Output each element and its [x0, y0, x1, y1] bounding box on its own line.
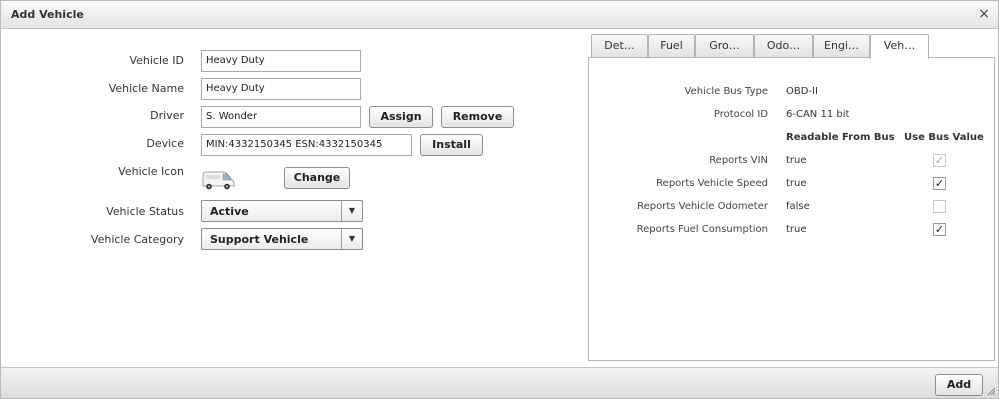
dialog-titlebar[interactable]: Add Vehicle × [1, 1, 998, 29]
vehicle-status-label: Vehicle Status [106, 205, 184, 218]
reports-fuel-checkbox[interactable]: ✓ [933, 223, 946, 236]
change-icon-button[interactable]: Change [284, 167, 350, 189]
vehicle-name-input[interactable]: Heavy Duty [201, 78, 361, 100]
reports-speed-checkbox[interactable]: ✓ [933, 177, 946, 190]
dialog-footer: Add [1, 367, 998, 398]
add-vehicle-dialog: Add Vehicle × Vehicle ID Heavy Duty Vehi… [0, 0, 999, 399]
bus-type-value: OBD-II [786, 86, 818, 97]
protocol-id-label: Protocol ID [713, 109, 768, 120]
vehicle-category-value: Support Vehicle [210, 233, 309, 246]
bus-type-label: Vehicle Bus Type [684, 86, 769, 97]
tab-vehicle-bus[interactable]: Veh… [870, 34, 929, 59]
reports-speed-readable: true [786, 178, 807, 189]
reports-fuel-readable: true [786, 224, 807, 235]
readable-from-bus-header: Readable From Bus [786, 132, 895, 143]
resize-grip-icon[interactable] [986, 386, 996, 396]
vehicle-status-value: Active [210, 205, 249, 218]
reports-odometer-label: Reports Vehicle Odometer [637, 201, 768, 212]
tab-fuel[interactable]: Fuel [648, 34, 695, 58]
vehicle-category-select[interactable]: Support Vehicle ▼ [201, 228, 363, 250]
vehicle-id-label: Vehicle ID [129, 54, 184, 67]
reports-vin-readable: true [786, 155, 807, 166]
vehicle-id-input[interactable]: Heavy Duty [201, 50, 361, 72]
remove-button[interactable]: Remove [441, 106, 514, 128]
reports-vin-label: Reports VIN [709, 155, 768, 166]
add-button[interactable]: Add [935, 374, 983, 396]
vehicle-name-label: Vehicle Name [108, 82, 184, 95]
reports-odometer-readable: false [786, 201, 810, 212]
vehicle-status-select[interactable]: Active ▼ [201, 200, 363, 222]
chevron-down-icon[interactable]: ▼ [341, 201, 362, 221]
vehicle-category-label: Vehicle Category [90, 233, 184, 246]
reports-speed-label: Reports Vehicle Speed [656, 178, 768, 189]
driver-label: Driver [150, 109, 184, 122]
driver-input[interactable]: S. Wonder [201, 106, 361, 128]
install-button[interactable]: Install [420, 134, 483, 156]
device-label: Device [146, 137, 184, 150]
reports-vin-checkbox: ✓ [933, 154, 946, 167]
device-input[interactable]: MIN:4332150345 ESN:4332150345 [201, 134, 412, 156]
tab-groups[interactable]: Gro… [695, 34, 754, 58]
van-icon [202, 171, 235, 190]
chevron-down-icon[interactable]: ▼ [341, 229, 362, 249]
tab-engine[interactable]: Engi… [813, 34, 870, 58]
tab-odometer[interactable]: Odo… [754, 34, 813, 58]
use-bus-value-header: Use Bus Value [904, 132, 984, 143]
reports-odometer-checkbox [933, 200, 946, 213]
assign-button[interactable]: Assign [369, 106, 433, 128]
close-icon[interactable]: × [978, 5, 990, 23]
protocol-id-value: 6-CAN 11 bit [786, 109, 850, 120]
reports-fuel-label: Reports Fuel Consumption [636, 224, 768, 235]
dialog-title: Add Vehicle [11, 8, 84, 21]
vehicle-icon-label: Vehicle Icon [118, 165, 184, 178]
tab-details[interactable]: Det… [591, 34, 648, 58]
